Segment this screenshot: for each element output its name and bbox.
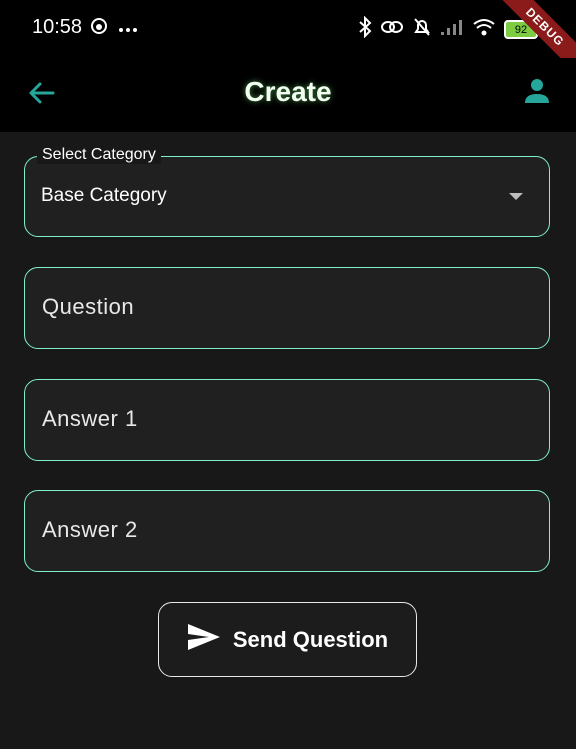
chevron-down-icon [509, 193, 523, 200]
answer2-field[interactable]: Answer 2 [24, 490, 550, 572]
status-time: 10:58 [32, 16, 83, 38]
answer2-placeholder: Answer 2 [42, 517, 138, 542]
notification-app-icon [90, 17, 108, 40]
page-title: Create [244, 76, 332, 107]
answer1-field[interactable]: Answer 1 [24, 379, 550, 461]
answer1-placeholder: Answer 1 [42, 406, 138, 431]
link-icon [380, 19, 404, 40]
status-right-icons: 92 [358, 15, 541, 43]
send-icon [187, 623, 221, 656]
question-placeholder: Question [42, 294, 135, 319]
more-dots-icon [118, 20, 138, 38]
profile-button[interactable] [520, 76, 554, 110]
status-left-icons [90, 17, 138, 40]
bell-off-icon [412, 17, 432, 42]
category-dropdown[interactable]: Select Category Base Category [24, 146, 550, 237]
bluetooth-icon [358, 15, 372, 43]
category-label: Select Category [37, 146, 161, 164]
person-icon [523, 77, 551, 110]
screen: 10:58 92 DEBUG Create Select Category Ba… [0, 0, 576, 749]
status-bar: 10:58 92 DEBUG [0, 0, 576, 77]
signal-icon [440, 18, 464, 41]
wifi-icon [472, 18, 496, 41]
category-value: Base Category [41, 185, 167, 206]
send-question-label: Send Question [232, 626, 389, 652]
question-field[interactable]: Question [24, 267, 550, 349]
send-question-button[interactable]: Send Question [158, 602, 417, 677]
app-bar: Create [0, 58, 576, 132]
